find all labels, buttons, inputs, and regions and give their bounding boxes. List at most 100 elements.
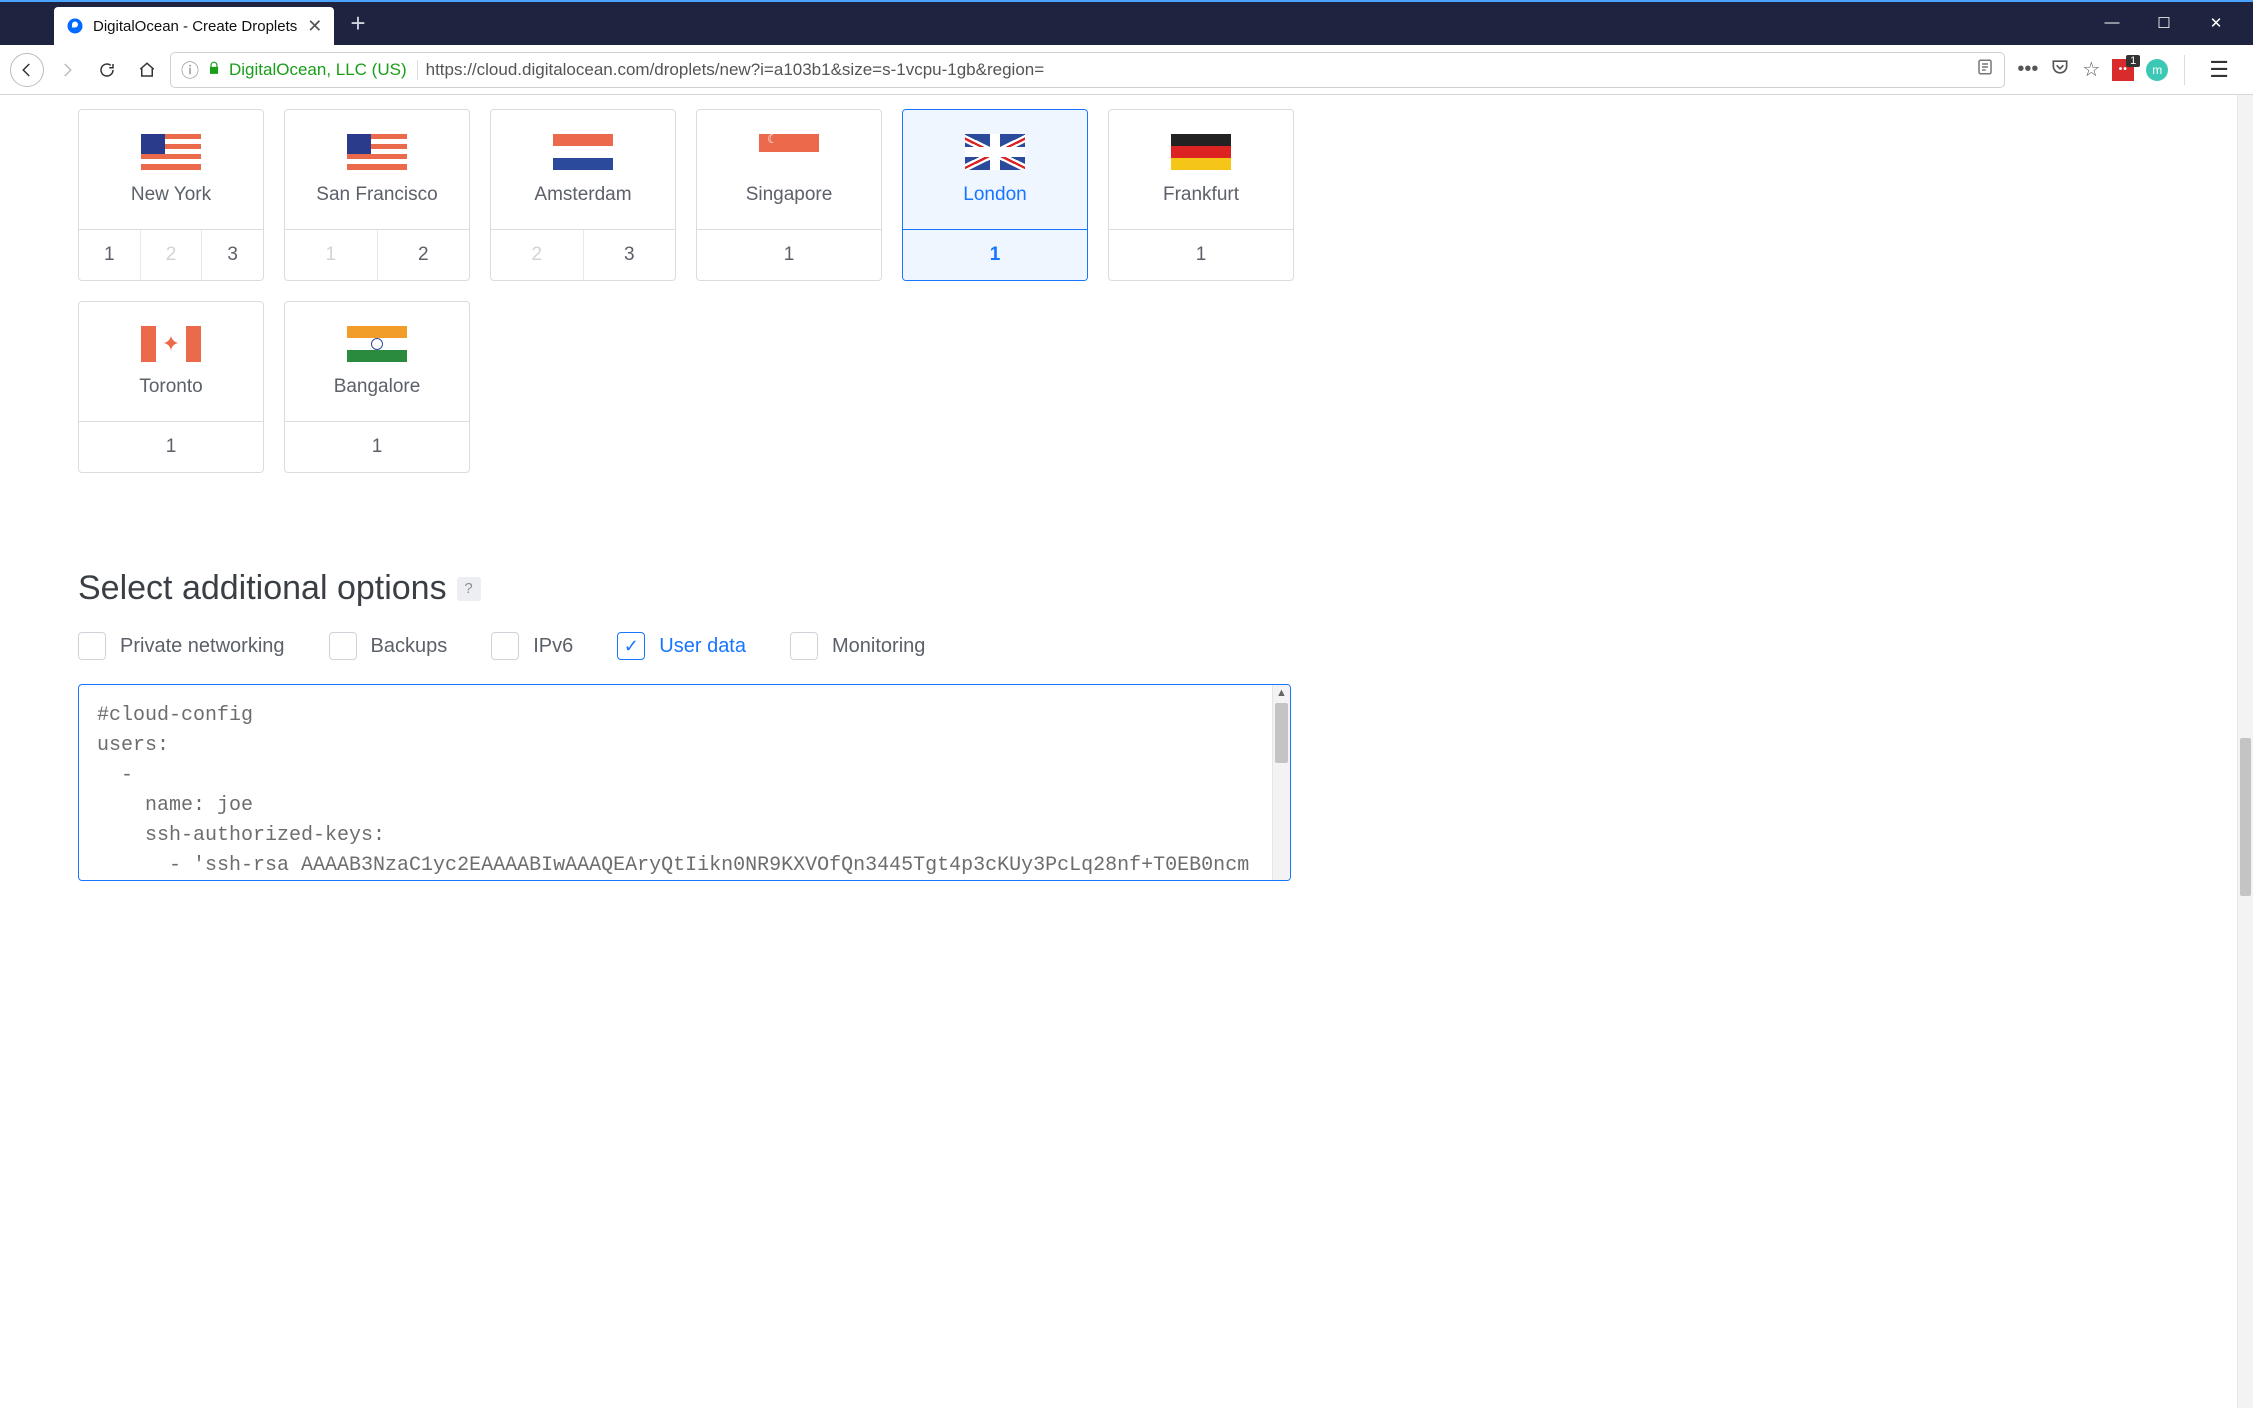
datacenter-option[interactable]: 1 bbox=[1109, 230, 1293, 280]
region-name: New York bbox=[131, 184, 211, 206]
us-flag-icon bbox=[347, 134, 407, 170]
pocket-icon[interactable] bbox=[2050, 57, 2070, 83]
datacenter-row: 123 bbox=[79, 230, 263, 280]
browser-tab[interactable]: DigitalOcean - Create Droplets ✕ bbox=[54, 7, 334, 45]
datacenter-option[interactable]: 1 bbox=[79, 422, 263, 472]
region-card-amsterdam[interactable]: Amsterdam 23 bbox=[490, 109, 676, 281]
page-scroll-thumb[interactable] bbox=[2240, 738, 2251, 896]
de-flag-icon bbox=[1171, 134, 1231, 170]
datacenter-option[interactable]: 1 bbox=[79, 230, 141, 280]
checkbox-icon[interactable]: ✓ bbox=[617, 632, 645, 660]
reader-mode-icon[interactable] bbox=[1976, 58, 1994, 81]
lock-icon bbox=[207, 61, 221, 78]
profile-avatar[interactable]: m bbox=[2146, 59, 2168, 81]
region-card-top[interactable]: New York bbox=[79, 110, 263, 230]
region-card-top[interactable]: Bangalore bbox=[285, 302, 469, 422]
new-tab-button[interactable]: + bbox=[350, 8, 365, 39]
uk-flag-icon bbox=[965, 134, 1025, 170]
bookmark-star-icon[interactable]: ☆ bbox=[2082, 57, 2100, 82]
site-info-icon[interactable]: ⓘ bbox=[181, 57, 199, 83]
additional-options-row: Private networking Backups IPv6 ✓ User data M… bbox=[78, 632, 2237, 660]
datacenter-option: 2 bbox=[141, 230, 203, 280]
us-flag-icon bbox=[141, 134, 201, 170]
ev-certificate-name[interactable]: DigitalOcean, LLC (US) bbox=[229, 60, 418, 80]
option-label: IPv6 bbox=[533, 635, 573, 658]
region-card-top[interactable]: San Francisco bbox=[285, 110, 469, 230]
checkbox-icon[interactable] bbox=[329, 632, 357, 660]
textarea-scroll-thumb[interactable] bbox=[1275, 703, 1288, 763]
datacenter-option[interactable]: 3 bbox=[202, 230, 263, 280]
sg-flag-icon bbox=[759, 134, 819, 170]
region-card-toronto[interactable]: ✦ Toronto 1 bbox=[78, 301, 264, 473]
browser-toolbar: ⓘ DigitalOcean, LLC (US) https://cloud.d… bbox=[0, 45, 2253, 95]
datacenter-option[interactable]: 1 bbox=[285, 422, 469, 472]
section-title-additional-options: Select additional options ? bbox=[78, 569, 2237, 608]
datacenter-row: 1 bbox=[79, 422, 263, 472]
region-card-top[interactable]: Frankfurt bbox=[1109, 110, 1293, 230]
page-actions-icon[interactable]: ••• bbox=[2017, 58, 2038, 81]
option-monitoring[interactable]: Monitoring bbox=[790, 632, 925, 660]
datacenter-option[interactable]: 1 bbox=[697, 230, 881, 280]
option-label: Monitoring bbox=[832, 635, 925, 658]
in-flag-icon bbox=[347, 326, 407, 362]
app-menu-icon[interactable]: ☰ bbox=[2201, 57, 2237, 83]
nav-back-button[interactable] bbox=[10, 53, 44, 87]
region-name: Toronto bbox=[139, 376, 202, 398]
region-card-top[interactable]: ✦ Toronto bbox=[79, 302, 263, 422]
region-name: London bbox=[963, 184, 1026, 206]
help-icon[interactable]: ? bbox=[457, 577, 481, 601]
ca-flag-icon: ✦ bbox=[141, 326, 201, 362]
region-card-frankfurt[interactable]: Frankfurt1 bbox=[1108, 109, 1294, 281]
region-card-bangalore[interactable]: Bangalore1 bbox=[284, 301, 470, 473]
nl-flag-icon bbox=[553, 134, 613, 170]
nav-forward-button[interactable] bbox=[50, 53, 84, 87]
scroll-up-arrow-icon[interactable]: ▲ bbox=[1273, 687, 1290, 699]
checkbox-icon[interactable] bbox=[790, 632, 818, 660]
section-title-text: Select additional options bbox=[78, 569, 447, 608]
tab-close-icon[interactable]: ✕ bbox=[307, 16, 322, 37]
region-card-singapore[interactable]: Singapore 1 bbox=[696, 109, 882, 281]
region-card-top[interactable]: Singapore bbox=[697, 110, 881, 230]
region-name: Singapore bbox=[746, 184, 833, 206]
window-close-icon[interactable]: ✕ bbox=[2207, 14, 2225, 32]
tab-favicon-icon bbox=[66, 17, 84, 35]
datacenter-option: 2 bbox=[491, 230, 584, 280]
toolbar-separator bbox=[2184, 55, 2185, 85]
browser-titlebar: DigitalOcean - Create Droplets ✕ + — ☐ ✕ bbox=[0, 0, 2253, 45]
region-grid: New York123San Francisco12Amsterdam23Sin… bbox=[78, 109, 1318, 473]
region-card-san-francisco[interactable]: San Francisco12 bbox=[284, 109, 470, 281]
titlebar-accent bbox=[0, 0, 2253, 2]
datacenter-option[interactable]: 1 bbox=[903, 230, 1087, 280]
option-backups[interactable]: Backups bbox=[329, 632, 448, 660]
region-card-london[interactable]: London 1 bbox=[902, 109, 1088, 281]
user-data-content[interactable]: #cloud-config users: - name: joe ssh-aut… bbox=[79, 685, 1290, 880]
option-private-networking[interactable]: Private networking bbox=[78, 632, 285, 660]
nav-reload-button[interactable] bbox=[90, 53, 124, 87]
region-card-top[interactable]: Amsterdam bbox=[491, 110, 675, 230]
datacenter-option[interactable]: 2 bbox=[378, 230, 470, 280]
option-label: User data bbox=[659, 635, 746, 658]
textarea-scrollbar[interactable]: ▲ bbox=[1272, 685, 1290, 880]
option-label: Private networking bbox=[120, 635, 285, 658]
region-name: Amsterdam bbox=[534, 184, 631, 206]
nav-home-button[interactable] bbox=[130, 53, 164, 87]
page-scrollbar[interactable] bbox=[2237, 95, 2253, 1408]
url-bar[interactable]: ⓘ DigitalOcean, LLC (US) https://cloud.d… bbox=[170, 52, 2005, 88]
user-data-textarea[interactable]: #cloud-config users: - name: joe ssh-aut… bbox=[78, 684, 1291, 881]
region-card-new-york[interactable]: New York 123 bbox=[78, 109, 264, 281]
datacenter-row: 23 bbox=[491, 230, 675, 280]
datacenter-option[interactable]: 3 bbox=[584, 230, 676, 280]
option-label: Backups bbox=[371, 635, 448, 658]
datacenter-row: 12 bbox=[285, 230, 469, 280]
checkbox-icon[interactable] bbox=[78, 632, 106, 660]
datacenter-option: 1 bbox=[285, 230, 378, 280]
option-user-data[interactable]: ✓ User data bbox=[617, 632, 746, 660]
checkbox-icon[interactable] bbox=[491, 632, 519, 660]
extension-badge-icon[interactable]: •• bbox=[2112, 59, 2134, 81]
page-content: New York123San Francisco12Amsterdam23Sin… bbox=[0, 95, 2253, 1408]
option-ipv6[interactable]: IPv6 bbox=[491, 632, 573, 660]
datacenter-row: 1 bbox=[285, 422, 469, 472]
window-minimize-icon[interactable]: — bbox=[2103, 14, 2121, 31]
window-maximize-icon[interactable]: ☐ bbox=[2155, 14, 2173, 32]
region-card-top[interactable]: London bbox=[903, 110, 1087, 230]
